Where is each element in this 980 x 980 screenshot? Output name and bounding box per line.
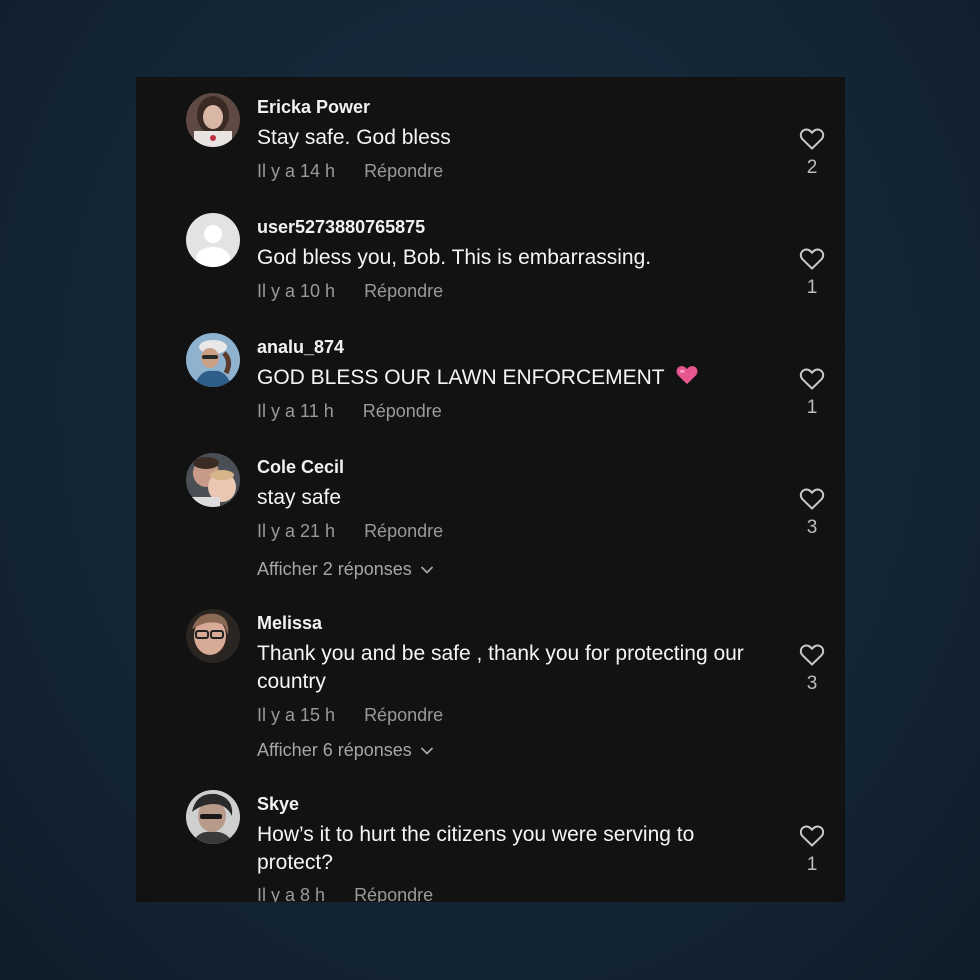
comment-meta: Il y a 15 h Répondre <box>257 705 443 726</box>
chevron-down-icon <box>420 566 433 574</box>
reply-button[interactable]: Répondre <box>364 521 443 542</box>
reply-button[interactable]: Répondre <box>364 161 443 182</box>
reply-button[interactable]: Répondre <box>364 705 443 726</box>
username[interactable]: Cole Cecil <box>257 457 344 478</box>
comment-text: Stay safe. God bless <box>257 126 451 149</box>
reply-button[interactable]: Répondre <box>363 401 442 422</box>
like-group: 1 <box>798 367 826 419</box>
like-count: 1 <box>806 277 818 298</box>
reply-button[interactable]: Répondre <box>354 885 433 902</box>
show-replies-button[interactable]: Afficher 2 réponses <box>257 559 434 580</box>
comment-text: Thank you and be safe , thank you for pr… <box>257 642 744 693</box>
chevron-down-icon <box>420 747 433 755</box>
comment-text: GOD BLESS OUR LAWN ENFORCEMENT <box>257 364 757 392</box>
comment-time: Il y a 11 h <box>257 401 334 421</box>
comment-time: Il y a 15 h <box>257 705 336 725</box>
comment-text-content: GOD BLESS OUR LAWN ENFORCEMENT <box>257 366 665 389</box>
show-replies-button[interactable]: Afficher 6 réponses <box>257 740 434 761</box>
comment-time: Il y a 8 h <box>257 885 326 902</box>
pink-heart-emoji-icon <box>676 366 698 385</box>
comment-meta: Il y a 10 h Répondre <box>257 281 443 302</box>
comment-time: Il y a 10 h <box>257 281 336 301</box>
reply-button[interactable]: Répondre <box>364 281 443 302</box>
like-count: 3 <box>806 517 818 538</box>
username[interactable]: analu_874 <box>257 337 344 358</box>
username[interactable]: Skye <box>257 794 299 815</box>
avatar[interactable] <box>186 453 240 507</box>
avatar[interactable] <box>186 333 240 387</box>
show-replies-label: Afficher 2 réponses <box>257 559 412 579</box>
like-count: 1 <box>806 854 818 875</box>
comment-time: Il y a 14 h <box>257 161 336 181</box>
like-group: 2 <box>798 127 826 179</box>
comment-text: How’s it to hurt the citizens you were s… <box>257 823 695 874</box>
like-group: 3 <box>798 643 826 695</box>
avatar[interactable] <box>186 609 240 663</box>
heart-outline-icon[interactable] <box>799 247 825 271</box>
comment-meta: Il y a 8 h Répondre <box>257 885 433 902</box>
avatar[interactable] <box>186 213 240 267</box>
comment-text: stay safe <box>257 486 342 509</box>
avatar[interactable] <box>186 790 240 844</box>
comment-time: Il y a 21 h <box>257 521 336 541</box>
comment-meta: Il y a 14 h Répondre <box>257 161 443 182</box>
comment-text: God bless you, Bob. This is embarrassing… <box>257 246 652 269</box>
username[interactable]: Ericka Power <box>257 97 370 118</box>
heart-outline-icon[interactable] <box>799 824 825 848</box>
like-group: 1 <box>798 824 826 876</box>
heart-outline-icon[interactable] <box>799 643 825 667</box>
show-replies-label: Afficher 6 réponses <box>257 740 412 760</box>
heart-outline-icon[interactable] <box>799 367 825 391</box>
heart-outline-icon[interactable] <box>799 487 825 511</box>
like-group: 1 <box>798 247 826 299</box>
username[interactable]: Melissa <box>257 613 322 634</box>
username[interactable]: user5273880765875 <box>257 217 425 238</box>
like-count: 1 <box>806 397 818 418</box>
default-user-icon <box>186 213 240 267</box>
comment-meta: Il y a 21 h Répondre <box>257 521 443 542</box>
heart-outline-icon[interactable] <box>799 127 825 151</box>
avatar[interactable] <box>186 93 240 147</box>
comments-panel: Ericka Power Stay safe. God bless Il y a… <box>136 77 845 902</box>
comment-meta: Il y a 11 h Répondre <box>257 401 442 422</box>
like-count: 2 <box>806 157 818 178</box>
like-group: 3 <box>798 487 826 539</box>
like-count: 3 <box>806 673 818 694</box>
